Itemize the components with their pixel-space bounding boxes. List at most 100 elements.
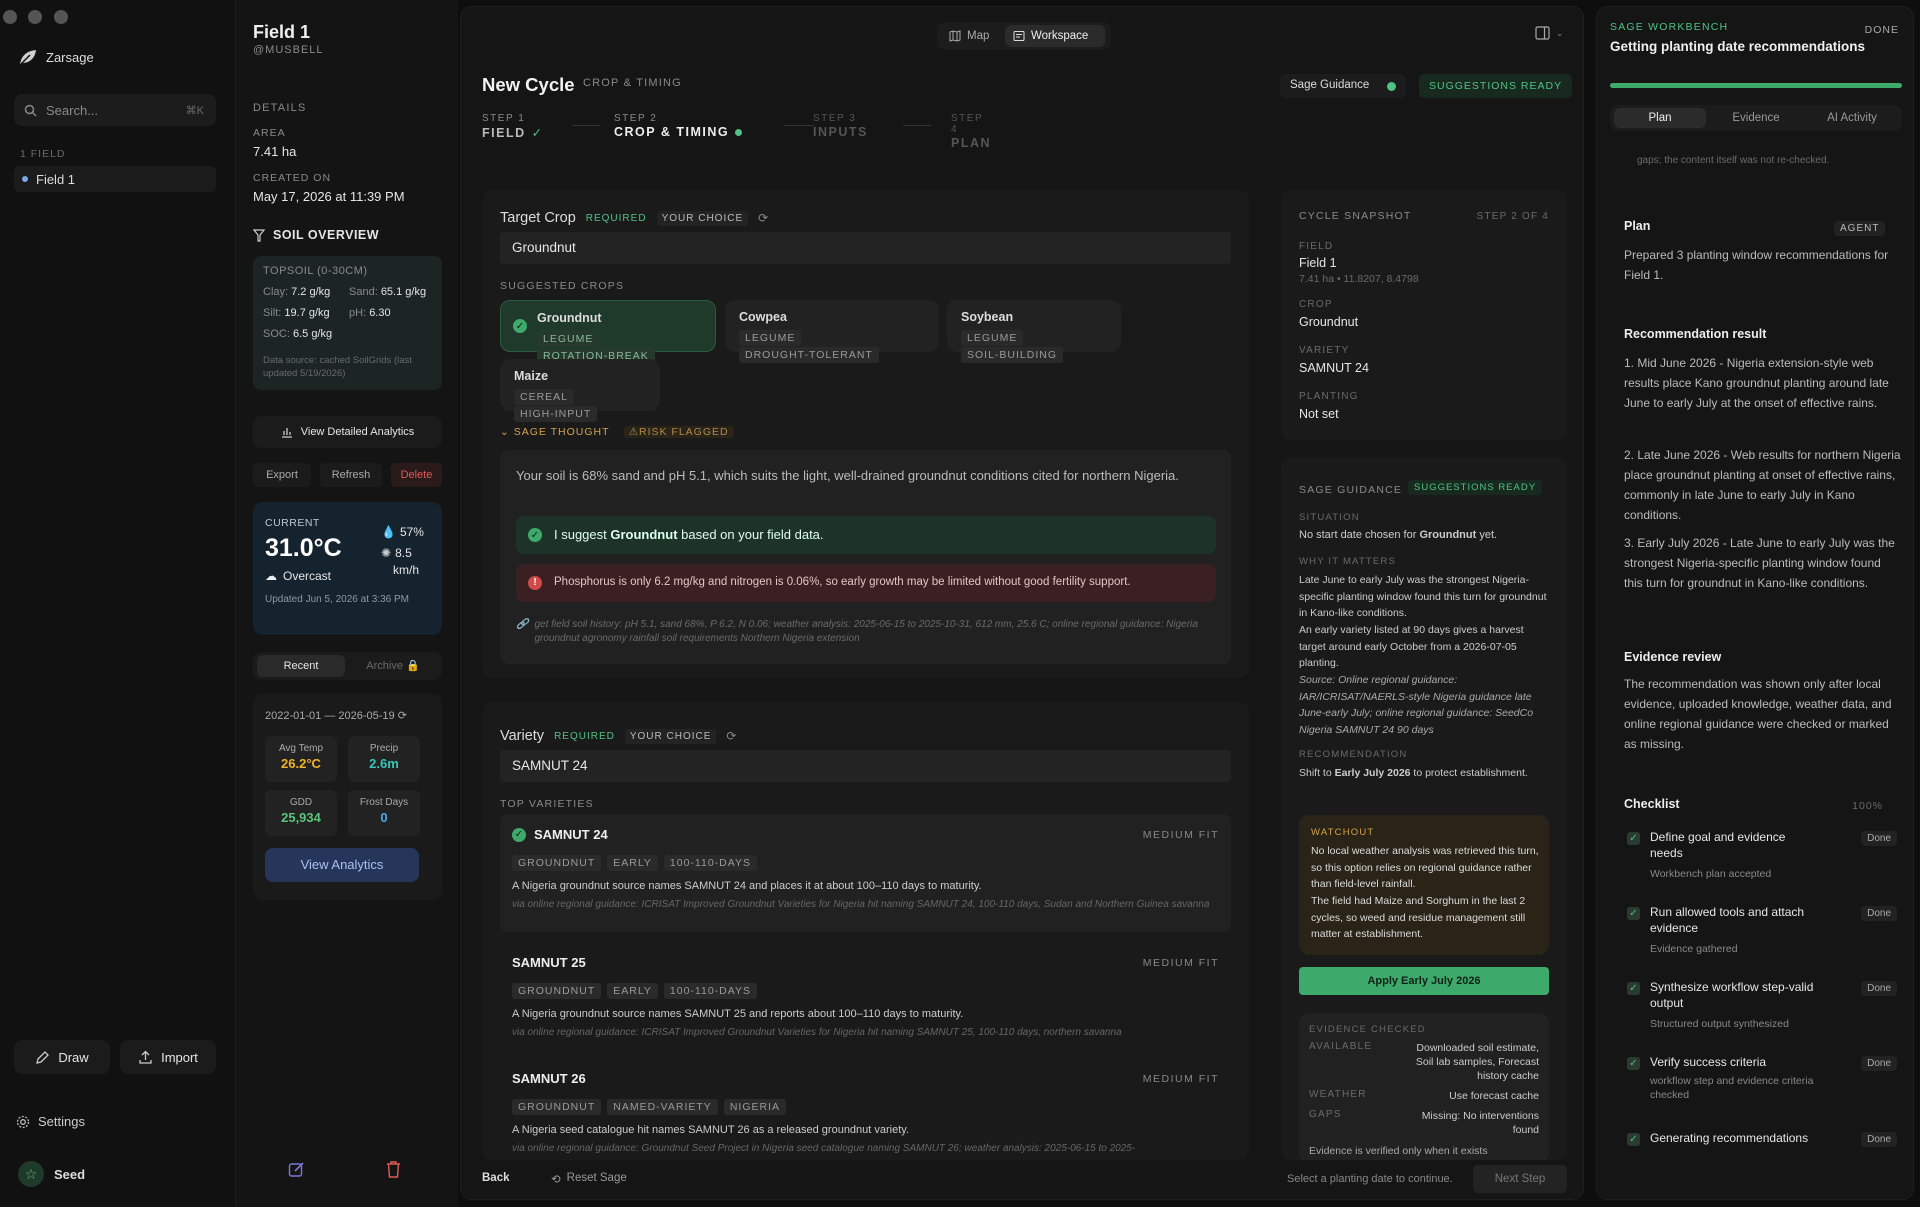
cycle-snapshot-panel: CYCLE SNAPSHOT STEP 2 OF 4 FIELD Field 1… <box>1281 190 1567 440</box>
step-active-dot <box>735 129 743 137</box>
crop-name: Soybean <box>961 310 1014 324</box>
evidence-value: Missing: No interventions found <box>1421 1110 1539 1136</box>
crop-chip-cowpea[interactable]: Cowpea LEGUMEDROUGHT-TOLERANT <box>725 300 939 363</box>
your-choice-badge: YOUR CHOICE <box>624 728 717 744</box>
bar-chart-icon <box>281 428 292 438</box>
import-button[interactable]: Import <box>120 1040 216 1074</box>
step-name: PLAN <box>951 136 992 150</box>
evidence-footnote: Evidence is verified only when it exists <box>1309 1145 1488 1157</box>
workbench-title: Getting planting date recommendations <box>1610 39 1866 54</box>
checklist-item-status: Done <box>1861 981 1897 996</box>
workbench-tabs: Plan Evidence AI Activity <box>1610 105 1902 131</box>
reset-sage-button[interactable]: ⟲ Reset Sage <box>551 1172 627 1186</box>
checklist-item-subtitle: Structured output synthesized <box>1650 1018 1789 1030</box>
variety-input[interactable]: SAMNUT 24 <box>500 750 1231 782</box>
top-varieties-heading: TOP VARIETIES <box>500 798 594 810</box>
search-icon <box>24 104 37 117</box>
search-box[interactable]: Search... ⌘K <box>14 94 216 126</box>
checkbox-checked-icon[interactable]: ✓ <box>1627 1133 1640 1146</box>
weather-label: CURRENT <box>265 517 320 529</box>
watchout-text-1: No local weather analysis was retrieved … <box>1311 845 1539 890</box>
step-done-check-icon: ✓ <box>531 126 544 140</box>
checkbox-checked-icon[interactable]: ✓ <box>1627 1057 1640 1070</box>
refresh-varieties-icon[interactable]: ⟳ <box>726 729 736 743</box>
tab-evidence[interactable]: Evidence <box>1710 108 1802 128</box>
window-close-button[interactable] <box>3 10 17 24</box>
reset-sage-label: Reset Sage <box>566 1172 627 1184</box>
chevron-down-icon: ⌄ <box>1556 27 1564 38</box>
step-2[interactable]: STEP 2 CROP & TIMING <box>614 113 743 139</box>
evidence-review-title: Evidence review <box>1624 650 1722 664</box>
wind-value: 8.5 <box>395 546 412 560</box>
sage-thought-label: SAGE THOUGHT <box>513 426 610 438</box>
created-value: May 17, 2026 at 11:39 PM <box>253 189 405 204</box>
evidence-review-text: The recommendation was shown only after … <box>1624 677 1892 751</box>
reset-icon: ⟲ <box>551 1174 561 1186</box>
next-step-button[interactable]: Next Step <box>1473 1165 1567 1193</box>
workspace-tab[interactable]: Workspace <box>1005 25 1105 47</box>
workspace-tab-label: Workspace <box>1031 30 1089 42</box>
variety-fit: MEDIUM FIT <box>1142 829 1219 841</box>
stat-label: GDD <box>289 797 313 808</box>
date-range-text: 2022-01-01 — 2026-05-19 <box>265 710 395 722</box>
export-button[interactable]: Export <box>253 463 311 487</box>
apply-recommendation-button[interactable]: Apply Early July 2026 <box>1299 967 1549 995</box>
checklist-item-title: Generating recommendations <box>1650 1131 1809 1145</box>
step-4[interactable]: STEP 4 PLAN <box>951 113 992 150</box>
checklist-item-status: Done <box>1861 831 1897 846</box>
view-analytics-button[interactable]: View Analytics <box>265 848 419 882</box>
trash-icon[interactable] <box>386 1161 401 1178</box>
variety-name: SAMNUT 26 <box>512 1071 586 1086</box>
guidance-on-dot <box>1387 82 1396 91</box>
alert-icon: ! <box>528 576 542 590</box>
back-button[interactable]: Back <box>482 1172 510 1184</box>
details-heading: DETAILS <box>253 102 307 114</box>
draw-button[interactable]: Draw <box>14 1040 110 1074</box>
crop-chip-groundnut[interactable]: Groundnut ✓ LEGUMEROTATION-BREAK <box>500 300 716 364</box>
crop-chip-maize[interactable]: Maize CEREALHIGH-INPUT <box>500 359 660 422</box>
app-logo[interactable]: Zarsage <box>18 48 94 66</box>
climate-stats-card: 2022-01-01 — 2026-05-19 ⟳ Avg Temp 26.2°C… <box>253 694 442 900</box>
variety-card[interactable]: SAMNUT 25 MEDIUM FIT GROUNDNUT EARLY 100-110… <box>500 942 1231 1060</box>
delete-button[interactable]: Delete <box>391 463 442 487</box>
variety-source: via online regional guidance: Groundnut … <box>512 1143 1136 1154</box>
sidebar-item-field-1[interactable]: Field 1 <box>14 166 216 192</box>
window-zoom-button[interactable] <box>54 10 68 24</box>
map-tab[interactable]: Map <box>943 26 995 46</box>
edit-icon[interactable] <box>288 1161 305 1178</box>
step-1[interactable]: STEP 1 FIELD ✓ <box>482 113 544 140</box>
crop-tags: LEGUMEDROUGHT-TOLERANT <box>739 329 925 363</box>
user-profile[interactable]: ☆ Seed <box>18 1161 85 1187</box>
window-minimize-button[interactable] <box>28 10 42 24</box>
stat-value: 26.2°C <box>281 756 321 771</box>
step-3[interactable]: STEP 3 INPUTS <box>813 113 868 139</box>
target-crop-input[interactable]: Groundnut <box>500 232 1231 264</box>
refresh-icon[interactable]: ⟳ <box>398 710 407 722</box>
checklist-item-subtitle: workflow step and evidence criteria chec… <box>1650 1075 1814 1101</box>
tab-ai-activity[interactable]: AI Activity <box>1806 108 1898 128</box>
checkbox-checked-icon[interactable]: ✓ <box>1627 982 1640 995</box>
sidebar-item-label: Field 1 <box>36 172 76 187</box>
crop-chip-soybean[interactable]: Soybean LEGUMESOIL-BUILDING <box>947 300 1121 363</box>
sage-guidance-toggle[interactable]: Sage Guidance <box>1280 74 1406 98</box>
archive-label: Archive <box>366 660 403 672</box>
variety-tags: GROUNDNUT EARLY 100-110-DAYS <box>512 854 763 871</box>
tab-recent[interactable]: Recent <box>257 655 345 677</box>
checkbox-checked-icon[interactable]: ✓ <box>1627 832 1640 845</box>
tab-archive[interactable]: Archive 🔒 <box>349 655 437 677</box>
checkbox-checked-icon[interactable]: ✓ <box>1627 907 1640 920</box>
settings-link[interactable]: Settings <box>16 1114 85 1129</box>
tab-plan[interactable]: Plan <box>1614 108 1706 128</box>
checklist-item-status: Done <box>1861 1132 1897 1147</box>
risk-warning-text: Phosphorus is only 6.2 mg/kg and nitroge… <box>554 576 1131 588</box>
refresh-suggestions-icon[interactable]: ⟳ <box>758 211 768 225</box>
variety-card[interactable]: SAMNUT 26 MEDIUM FIT GROUNDNUT NAMED-VARIET… <box>500 1058 1231 1160</box>
panel-toggle-button[interactable]: ⌄ <box>1535 26 1564 40</box>
view-detailed-analytics-button[interactable]: View Detailed Analytics <box>253 416 442 448</box>
search-input[interactable]: Search... <box>46 103 98 118</box>
sage-thought-header[interactable]: ⌄ SAGE THOUGHT ⚠RISK FLAGGED <box>500 426 734 438</box>
refresh-button[interactable]: Refresh <box>320 463 382 487</box>
stat-label: Precip <box>369 743 399 754</box>
weather-temp: 31.0°C <box>265 534 342 562</box>
variety-card[interactable]: ✓ SAMNUT 24 MEDIUM FIT GROUNDNUT EARLY 100-11… <box>500 814 1231 932</box>
